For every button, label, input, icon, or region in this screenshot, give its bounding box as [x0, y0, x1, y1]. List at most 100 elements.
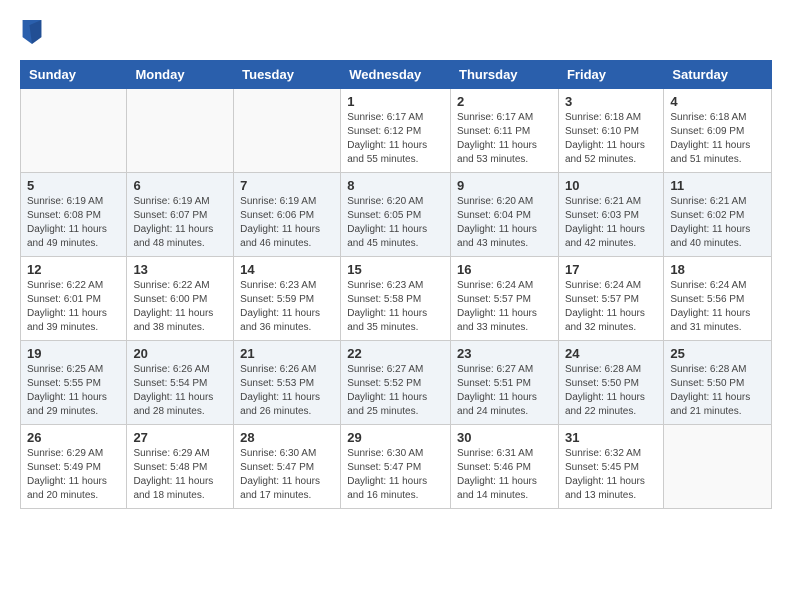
- day-number: 14: [240, 262, 334, 277]
- calendar-cell: 21 Sunrise: 6:26 AM Sunset: 5:53 PM Dayli…: [234, 341, 341, 425]
- calendar-header: SundayMondayTuesdayWednesdayThursdayFrid…: [21, 61, 772, 89]
- logo-icon: [22, 20, 42, 44]
- calendar-cell: 30 Sunrise: 6:31 AM Sunset: 5:46 PM Dayli…: [451, 425, 559, 509]
- day-info: Sunrise: 6:19 AM Sunset: 6:06 PM Dayligh…: [240, 195, 334, 251]
- day-number: 2: [457, 94, 552, 109]
- page-header: [20, 20, 772, 44]
- calendar-week-1: 1Sunrise: 6:17 AM Sunset: 6:12 PM Daylig…: [21, 89, 772, 173]
- day-number: 26: [27, 430, 120, 445]
- day-info: Sunrise: 6:24 AM Sunset: 5:57 PM Dayligh…: [565, 279, 657, 335]
- calendar-cell: 31 Sunrise: 6:32 AM Sunset: 5:45 PM Dayli…: [558, 425, 663, 509]
- calendar-cell: 10 Sunrise: 6:21 AM Sunset: 6:03 PM Dayli…: [558, 173, 663, 257]
- calendar-cell: 7 Sunrise: 6:19 AM Sunset: 6:06 PM Daylig…: [234, 173, 341, 257]
- day-number: 22: [347, 346, 444, 361]
- calendar-cell: [21, 89, 127, 173]
- day-number: 11: [670, 178, 765, 193]
- calendar-cell: 8 Sunrise: 6:20 AM Sunset: 6:05 PM Daylig…: [341, 173, 451, 257]
- day-number: 24: [565, 346, 657, 361]
- calendar-cell: 22 Sunrise: 6:27 AM Sunset: 5:52 PM Dayli…: [341, 341, 451, 425]
- calendar-cell: 18 Sunrise: 6:24 AM Sunset: 5:56 PM Dayli…: [664, 257, 772, 341]
- day-info: Sunrise: 6:19 AM Sunset: 6:07 PM Dayligh…: [133, 195, 227, 251]
- day-number: 3: [565, 94, 657, 109]
- day-info: Sunrise: 6:32 AM Sunset: 5:45 PM Dayligh…: [565, 447, 657, 503]
- calendar-table: SundayMondayTuesdayWednesdayThursdayFrid…: [20, 60, 772, 509]
- day-number: 5: [27, 178, 120, 193]
- day-number: 23: [457, 346, 552, 361]
- calendar-cell: 20Sunrise: 6:26 AM Sunset: 5:54 PM Dayli…: [127, 341, 234, 425]
- day-number: 31: [565, 430, 657, 445]
- day-info: Sunrise: 6:25 AM Sunset: 5:55 PM Dayligh…: [27, 363, 120, 419]
- header-day-sunday: Sunday: [21, 61, 127, 89]
- day-info: Sunrise: 6:21 AM Sunset: 6:03 PM Dayligh…: [565, 195, 657, 251]
- day-info: Sunrise: 6:26 AM Sunset: 5:53 PM Dayligh…: [240, 363, 334, 419]
- header-day-friday: Friday: [558, 61, 663, 89]
- calendar-cell: 11Sunrise: 6:21 AM Sunset: 6:02 PM Dayli…: [664, 173, 772, 257]
- calendar-cell: 5 Sunrise: 6:19 AM Sunset: 6:08 PM Daylig…: [21, 173, 127, 257]
- header-day-saturday: Saturday: [664, 61, 772, 89]
- header-day-tuesday: Tuesday: [234, 61, 341, 89]
- calendar-cell: [234, 89, 341, 173]
- day-info: Sunrise: 6:20 AM Sunset: 6:05 PM Dayligh…: [347, 195, 444, 251]
- calendar-week-2: 5 Sunrise: 6:19 AM Sunset: 6:08 PM Daylig…: [21, 173, 772, 257]
- day-info: Sunrise: 6:18 AM Sunset: 6:10 PM Dayligh…: [565, 111, 657, 167]
- day-number: 16: [457, 262, 552, 277]
- calendar-cell: 14 Sunrise: 6:23 AM Sunset: 5:59 PM Dayli…: [234, 257, 341, 341]
- calendar-cell: 16 Sunrise: 6:24 AM Sunset: 5:57 PM Dayli…: [451, 257, 559, 341]
- day-number: 7: [240, 178, 334, 193]
- day-info: Sunrise: 6:27 AM Sunset: 5:52 PM Dayligh…: [347, 363, 444, 419]
- day-number: 27: [133, 430, 227, 445]
- calendar-week-5: 26 Sunrise: 6:29 AM Sunset: 5:49 PM Dayli…: [21, 425, 772, 509]
- day-info: Sunrise: 6:19 AM Sunset: 6:08 PM Dayligh…: [27, 195, 120, 251]
- day-number: 21: [240, 346, 334, 361]
- calendar-cell: 25 Sunrise: 6:28 AM Sunset: 5:50 PM Dayli…: [664, 341, 772, 425]
- calendar-week-3: 12Sunrise: 6:22 AM Sunset: 6:01 PM Dayli…: [21, 257, 772, 341]
- day-number: 8: [347, 178, 444, 193]
- day-number: 25: [670, 346, 765, 361]
- day-number: 15: [347, 262, 444, 277]
- day-info: Sunrise: 6:28 AM Sunset: 5:50 PM Dayligh…: [670, 363, 765, 419]
- calendar-cell: 27 Sunrise: 6:29 AM Sunset: 5:48 PM Dayli…: [127, 425, 234, 509]
- day-info: Sunrise: 6:17 AM Sunset: 6:11 PM Dayligh…: [457, 111, 552, 167]
- day-info: Sunrise: 6:24 AM Sunset: 5:57 PM Dayligh…: [457, 279, 552, 335]
- day-number: 20: [133, 346, 227, 361]
- day-number: 28: [240, 430, 334, 445]
- calendar-cell: 19 Sunrise: 6:25 AM Sunset: 5:55 PM Dayli…: [21, 341, 127, 425]
- calendar-cell: 4 Sunrise: 6:18 AM Sunset: 6:09 PM Daylig…: [664, 89, 772, 173]
- day-number: 4: [670, 94, 765, 109]
- calendar-cell: 24Sunrise: 6:28 AM Sunset: 5:50 PM Dayli…: [558, 341, 663, 425]
- calendar-cell: 13 Sunrise: 6:22 AM Sunset: 6:00 PM Dayli…: [127, 257, 234, 341]
- day-info: Sunrise: 6:29 AM Sunset: 5:48 PM Dayligh…: [133, 447, 227, 503]
- day-info: Sunrise: 6:22 AM Sunset: 6:00 PM Dayligh…: [133, 279, 227, 335]
- day-info: Sunrise: 6:24 AM Sunset: 5:56 PM Dayligh…: [670, 279, 765, 335]
- calendar-cell: 17 Sunrise: 6:24 AM Sunset: 5:57 PM Dayli…: [558, 257, 663, 341]
- calendar-cell: 9Sunrise: 6:20 AM Sunset: 6:04 PM Daylig…: [451, 173, 559, 257]
- header-day-thursday: Thursday: [451, 61, 559, 89]
- day-number: 1: [347, 94, 444, 109]
- day-number: 19: [27, 346, 120, 361]
- day-number: 29: [347, 430, 444, 445]
- calendar-cell: 1Sunrise: 6:17 AM Sunset: 6:12 PM Daylig…: [341, 89, 451, 173]
- day-number: 18: [670, 262, 765, 277]
- day-info: Sunrise: 6:31 AM Sunset: 5:46 PM Dayligh…: [457, 447, 552, 503]
- calendar-cell: [127, 89, 234, 173]
- day-info: Sunrise: 6:18 AM Sunset: 6:09 PM Dayligh…: [670, 111, 765, 167]
- header-day-monday: Monday: [127, 61, 234, 89]
- day-info: Sunrise: 6:23 AM Sunset: 5:58 PM Dayligh…: [347, 279, 444, 335]
- calendar-body: 1Sunrise: 6:17 AM Sunset: 6:12 PM Daylig…: [21, 89, 772, 509]
- calendar-cell: 2 Sunrise: 6:17 AM Sunset: 6:11 PM Daylig…: [451, 89, 559, 173]
- day-info: Sunrise: 6:23 AM Sunset: 5:59 PM Dayligh…: [240, 279, 334, 335]
- day-number: 9: [457, 178, 552, 193]
- day-number: 30: [457, 430, 552, 445]
- day-info: Sunrise: 6:27 AM Sunset: 5:51 PM Dayligh…: [457, 363, 552, 419]
- logo: [20, 20, 42, 44]
- day-number: 13: [133, 262, 227, 277]
- calendar-cell: 28Sunrise: 6:30 AM Sunset: 5:47 PM Dayli…: [234, 425, 341, 509]
- calendar-cell: [664, 425, 772, 509]
- day-number: 17: [565, 262, 657, 277]
- day-number: 10: [565, 178, 657, 193]
- calendar-cell: 12Sunrise: 6:22 AM Sunset: 6:01 PM Dayli…: [21, 257, 127, 341]
- calendar-cell: 23 Sunrise: 6:27 AM Sunset: 5:51 PM Dayli…: [451, 341, 559, 425]
- day-number: 6: [133, 178, 227, 193]
- day-info: Sunrise: 6:29 AM Sunset: 5:49 PM Dayligh…: [27, 447, 120, 503]
- day-number: 12: [27, 262, 120, 277]
